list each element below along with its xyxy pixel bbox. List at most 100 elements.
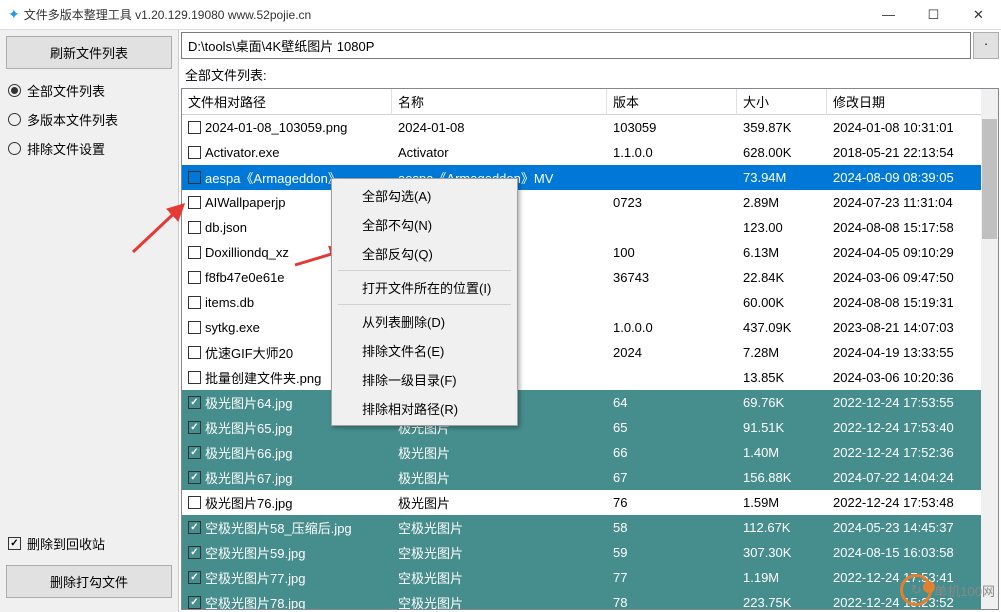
table-row[interactable]: Activator.exe Activator 1.1.0.0 628.00K … <box>182 140 998 165</box>
cell-name: 极光图片 <box>392 466 607 489</box>
table-row[interactable]: 极光图片66.jpg 极光图片 66 1.40M 2022-12-24 17:5… <box>182 440 998 465</box>
cell-name: Activator <box>392 143 607 162</box>
cell-version <box>607 301 737 305</box>
table-row[interactable]: AIWallpaperjp 0723 2.89M 2024-07-23 11:3… <box>182 190 998 215</box>
row-checkbox[interactable] <box>188 171 201 184</box>
row-checkbox[interactable] <box>188 196 201 209</box>
cell-name: 极光图片 <box>392 441 607 464</box>
row-checkbox[interactable] <box>188 471 201 484</box>
cell-size: 1.59M <box>737 493 827 512</box>
cell-version: 77 <box>607 568 737 587</box>
delete-checked-button[interactable]: 删除打勾文件 <box>6 565 172 598</box>
cell-version <box>607 226 737 230</box>
close-button[interactable]: ✕ <box>956 0 1001 30</box>
window-title: 文件多版本整理工具 v1.20.129.19080 www.52pojie.cn <box>24 6 866 23</box>
radio-option-2[interactable]: 排除文件设置 <box>8 139 170 158</box>
cell-path: 批量创建文件夹.png <box>205 368 321 387</box>
row-checkbox[interactable] <box>188 446 201 459</box>
cell-name: 2024-01-08 <box>392 118 607 137</box>
cell-date: 2024-08-15 16:03:58 <box>827 543 987 562</box>
menu-item[interactable]: 打开文件所在的位置(I) <box>334 273 515 302</box>
menu-item[interactable]: 排除一级目录(F) <box>334 365 515 394</box>
row-checkbox[interactable] <box>188 371 201 384</box>
row-checkbox[interactable] <box>188 396 201 409</box>
row-checkbox[interactable] <box>188 546 201 559</box>
menu-item[interactable]: 全部勾选(A) <box>334 181 515 210</box>
cell-path: 空极光图片59.jpg <box>205 543 305 562</box>
row-checkbox[interactable] <box>188 346 201 359</box>
browse-button[interactable]: . <box>973 32 999 59</box>
table-row[interactable]: 空极光图片78.jpg 空极光图片 78 223.75K 2022-12-24 … <box>182 590 998 610</box>
menu-item[interactable]: 从列表删除(D) <box>334 307 515 336</box>
cell-version: 1.0.0.0 <box>607 318 737 337</box>
cell-size: 156.88K <box>737 468 827 487</box>
table-row[interactable]: 极光图片64.jpg 极光图片 64 69.76K 2022-12-24 17:… <box>182 390 998 415</box>
row-checkbox[interactable] <box>188 521 201 534</box>
column-path[interactable]: 文件相对路径 <box>182 88 392 115</box>
menu-separator <box>338 270 511 271</box>
cell-date: 2023-08-21 14:07:03 <box>827 318 987 337</box>
column-size[interactable]: 大小 <box>737 88 827 115</box>
row-checkbox[interactable] <box>188 146 201 159</box>
menu-item[interactable]: 排除文件名(E) <box>334 336 515 365</box>
minimize-button[interactable]: — <box>866 0 911 30</box>
cell-date: 2022-12-24 17:52:36 <box>827 443 987 462</box>
scrollbar-thumb[interactable] <box>982 119 997 239</box>
table-header: 文件相对路径 名称 版本 大小 修改日期 <box>182 89 998 115</box>
table-row[interactable]: db.json 123.00 2024-08-08 15:17:58 <box>182 215 998 240</box>
menu-item[interactable]: 全部反勾(Q) <box>334 239 515 268</box>
table-row[interactable]: Doxilliondq_xz z7.com_danji 100 6.13M 20… <box>182 240 998 265</box>
cell-size: 60.00K <box>737 293 827 312</box>
table-row[interactable]: 极光图片76.jpg 极光图片 76 1.59M 2022-12-24 17:5… <box>182 490 998 515</box>
row-checkbox[interactable] <box>188 121 201 134</box>
table-row[interactable]: f8fb47e0e61e 36743 22.84K 2024-03-06 09:… <box>182 265 998 290</box>
column-version[interactable]: 版本 <box>607 88 737 115</box>
row-checkbox[interactable] <box>188 221 201 234</box>
row-checkbox[interactable] <box>188 496 201 509</box>
cell-date: 2024-05-23 14:45:37 <box>827 518 987 537</box>
table-row[interactable]: 优速GIF大师20 2024 7.28M 2024-04-19 13:33:55 <box>182 340 998 365</box>
column-date[interactable]: 修改日期 <box>827 88 987 115</box>
row-checkbox[interactable] <box>188 246 201 259</box>
cell-version: 0723 <box>607 193 737 212</box>
cell-path: db.json <box>205 220 247 235</box>
maximize-button[interactable]: ☐ <box>911 0 956 30</box>
row-checkbox[interactable] <box>188 571 201 584</box>
vertical-scrollbar[interactable] <box>981 89 998 609</box>
column-name[interactable]: 名称 <box>392 88 607 115</box>
cell-version: 103059 <box>607 118 737 137</box>
cell-path: 极光图片65.jpg <box>205 418 292 437</box>
cell-date: 2024-08-08 15:19:31 <box>827 293 987 312</box>
row-checkbox[interactable] <box>188 421 201 434</box>
table-row[interactable]: 批量创建文件夹.png 批量创建文件夹 13.85K 2024-03-06 10… <box>182 365 998 390</box>
cell-date: 2024-08-08 15:17:58 <box>827 218 987 237</box>
table-row[interactable]: items.db 60.00K 2024-08-08 15:19:31 <box>182 290 998 315</box>
row-checkbox[interactable] <box>188 321 201 334</box>
table-row[interactable]: sytkg.exe 1.0.0.0 437.09K 2023-08-21 14:… <box>182 315 998 340</box>
row-checkbox[interactable] <box>188 296 201 309</box>
cell-version: 100 <box>607 243 737 262</box>
row-checkbox[interactable] <box>188 271 201 284</box>
cell-date: 2024-03-06 09:47:50 <box>827 268 987 287</box>
cell-name: 空极光图片 <box>392 591 607 610</box>
cell-size: 307.30K <box>737 543 827 562</box>
app-icon: ✦ <box>8 6 20 23</box>
table-row[interactable]: 空极光图片59.jpg 空极光图片 59 307.30K 2024-08-15 … <box>182 540 998 565</box>
path-input[interactable]: D:\tools\桌面\4K壁纸图片 1080P <box>181 32 971 59</box>
table-row[interactable]: 空极光图片77.jpg 空极光图片 77 1.19M 2022-12-24 17… <box>182 565 998 590</box>
table-row[interactable]: 空极光图片58_压缩后.jpg 空极光图片 58 112.67K 2024-05… <box>182 515 998 540</box>
cell-name: 极光图片 <box>392 491 607 514</box>
trash-checkbox[interactable]: 删除到回收站 <box>6 530 172 557</box>
table-row[interactable]: 2024-01-08_103059.png 2024-01-08 103059 … <box>182 115 998 140</box>
row-checkbox[interactable] <box>188 596 201 609</box>
cell-version: 67 <box>607 468 737 487</box>
radio-option-1[interactable]: 多版本文件列表 <box>8 110 170 129</box>
refresh-button[interactable]: 刷新文件列表 <box>6 36 172 69</box>
table-row[interactable]: 极光图片67.jpg 极光图片 67 156.88K 2024-07-22 14… <box>182 465 998 490</box>
menu-item[interactable]: 全部不勾(N) <box>334 210 515 239</box>
cell-size: 223.75K <box>737 593 827 610</box>
menu-item[interactable]: 排除相对路径(R) <box>334 394 515 423</box>
radio-option-0[interactable]: 全部文件列表 <box>8 81 170 100</box>
table-row[interactable]: 极光图片65.jpg 极光图片 65 91.51K 2022-12-24 17:… <box>182 415 998 440</box>
table-row[interactable]: aespa《Armageddon》 aespa《Armageddon》MV 73… <box>182 165 998 190</box>
